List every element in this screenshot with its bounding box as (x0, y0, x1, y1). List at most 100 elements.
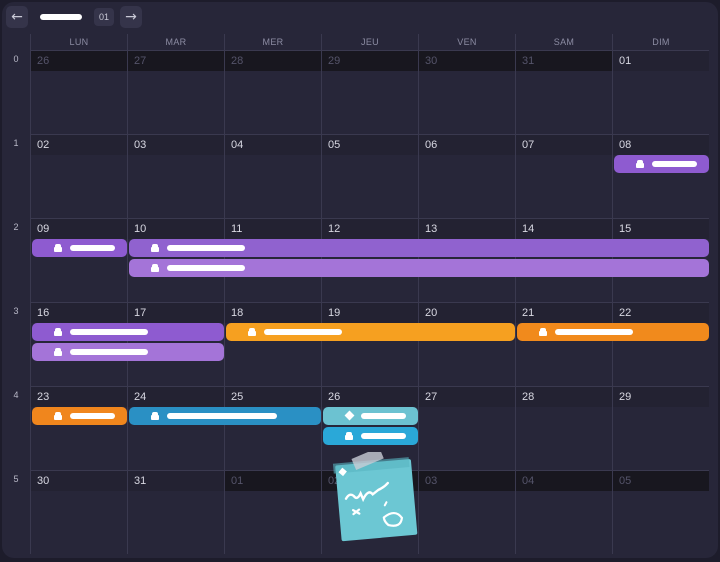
day-cell[interactable]: 30 (418, 50, 515, 134)
date-label: 06 (425, 139, 438, 151)
weekday-monday: LUN (30, 34, 127, 50)
lock-icon (54, 244, 62, 252)
day-cell[interactable]: 31 (127, 470, 224, 554)
date-strip: 13 (419, 219, 515, 239)
day-cell[interactable]: 29 (612, 386, 709, 470)
date-label: 28 (231, 55, 244, 67)
day-cell[interactable]: 29 (321, 50, 418, 134)
calendar-event[interactable] (226, 323, 515, 341)
next-month-button[interactable]: → (120, 6, 142, 28)
date-label: 19 (328, 307, 341, 319)
calendar-event[interactable] (32, 323, 224, 341)
lock-icon (54, 412, 62, 420)
event-title-placeholder (70, 245, 115, 251)
calendar-event[interactable] (129, 259, 709, 277)
day-cell[interactable]: 05 (612, 470, 709, 554)
date-label: 23 (37, 391, 50, 403)
day-cell[interactable]: 03 (127, 134, 224, 218)
day-cell[interactable]: 30 (30, 470, 127, 554)
date-label: 30 (37, 475, 50, 487)
day-cell[interactable]: 26 (30, 50, 127, 134)
day-cell[interactable]: 02 (30, 134, 127, 218)
date-strip: 28 (516, 387, 612, 407)
lock-icon (636, 160, 644, 168)
event-title-placeholder (555, 329, 633, 335)
day-cell[interactable]: 28 (224, 50, 321, 134)
day-cell[interactable]: 04 (224, 134, 321, 218)
event-title-placeholder (361, 433, 406, 439)
month-title (40, 14, 82, 20)
calendar-event[interactable] (323, 407, 418, 425)
day-cell[interactable]: 21 (515, 302, 612, 386)
day-cell[interactable]: 04 (515, 470, 612, 554)
date-strip: 14 (516, 219, 612, 239)
diamond-icon (344, 410, 355, 421)
day-cell[interactable]: 20 (418, 302, 515, 386)
calendar-event[interactable] (32, 343, 224, 361)
event-title-placeholder (70, 413, 115, 419)
calendar-event[interactable] (614, 155, 709, 173)
day-cell[interactable]: 27 (127, 50, 224, 134)
date-strip: 16 (31, 303, 127, 323)
calendar-event[interactable] (323, 427, 418, 445)
previous-month-button[interactable]: ← (6, 6, 28, 28)
date-label: 03 (134, 139, 147, 151)
sticky-note-icon[interactable] (332, 452, 422, 542)
day-cell[interactable]: 03 (418, 470, 515, 554)
weekday-thursday: JEU (321, 34, 418, 50)
day-cell[interactable]: 27 (418, 386, 515, 470)
date-strip: 27 (128, 51, 224, 71)
day-cell[interactable]: 01 (612, 50, 709, 134)
lock-icon (151, 244, 159, 252)
calendar-event[interactable] (129, 407, 321, 425)
date-label: 31 (134, 475, 147, 487)
date-strip: 18 (225, 303, 321, 323)
date-label: 10 (134, 223, 147, 235)
day-cell[interactable]: 06 (418, 134, 515, 218)
date-strip: 05 (613, 471, 709, 491)
date-label: 27 (425, 391, 438, 403)
day-cell[interactable]: 28 (515, 386, 612, 470)
date-strip: 21 (516, 303, 612, 323)
day-cell[interactable]: 01 (224, 470, 321, 554)
calendar-event[interactable] (517, 323, 709, 341)
event-title-placeholder (167, 245, 245, 251)
date-strip: 24 (128, 387, 224, 407)
date-label: 17 (134, 307, 147, 319)
calendar-event[interactable] (32, 239, 127, 257)
arrow-right-icon: → (125, 9, 137, 25)
day-cell[interactable]: 07 (515, 134, 612, 218)
date-label: 07 (522, 139, 535, 151)
day-cell[interactable]: 22 (612, 302, 709, 386)
date-label: 18 (231, 307, 244, 319)
date-strip: 28 (225, 51, 321, 71)
day-cell[interactable]: 09 (30, 218, 127, 302)
date-label: 27 (134, 55, 147, 67)
day-cell[interactable]: 05 (321, 134, 418, 218)
week-number: 2 (13, 222, 19, 232)
date-label: 29 (619, 391, 632, 403)
date-label: 25 (231, 391, 244, 403)
date-strip: 29 (322, 51, 418, 71)
day-cell[interactable]: 08 (612, 134, 709, 218)
date-label: 26 (328, 391, 341, 403)
day-cell[interactable]: 23 (30, 386, 127, 470)
arrow-left-icon: ← (11, 9, 23, 25)
month-number-badge[interactable]: 01 (94, 8, 114, 26)
day-cell[interactable]: 19 (321, 302, 418, 386)
week-number: 5 (13, 474, 19, 484)
event-title-placeholder (70, 329, 148, 335)
date-strip: 17 (128, 303, 224, 323)
calendar-event[interactable] (129, 239, 709, 257)
event-title-placeholder (361, 413, 406, 419)
day-cell[interactable]: 31 (515, 50, 612, 134)
calendar-event[interactable] (32, 407, 127, 425)
date-strip: 09 (31, 219, 127, 239)
date-strip: 31 (516, 51, 612, 71)
day-cell[interactable]: 25 (224, 386, 321, 470)
day-cell[interactable]: 18 (224, 302, 321, 386)
weekday-header: LUN MAR MER JEU VEN SAM DIM (30, 34, 710, 50)
date-strip: 30 (419, 51, 515, 71)
day-cell[interactable]: 24 (127, 386, 224, 470)
weekday-sunday: DIM (612, 34, 709, 50)
